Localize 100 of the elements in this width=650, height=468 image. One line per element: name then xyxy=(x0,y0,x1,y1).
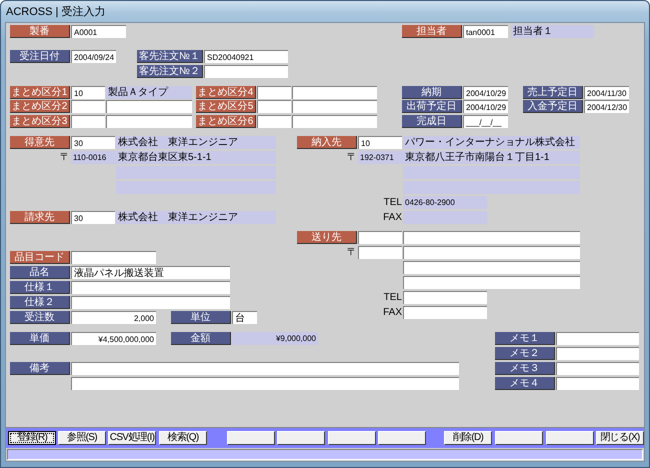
field-label: まとめ区分3 xyxy=(10,115,70,128)
field-label: まとめ区分2 xyxy=(10,100,70,113)
text-field[interactable] xyxy=(403,261,580,274)
blank-button[interactable] xyxy=(328,431,376,445)
toolbar-button[interactable]: CSV処理(I) xyxy=(108,431,156,445)
text-field[interactable] xyxy=(358,231,402,244)
text-field[interactable]: 2004/10/29 xyxy=(463,86,508,99)
text-field[interactable] xyxy=(257,115,291,128)
field-label: 納期 xyxy=(402,86,462,99)
field-label: 受注数 xyxy=(10,311,70,324)
text-field[interactable] xyxy=(71,296,230,309)
text-field[interactable] xyxy=(71,281,230,294)
field-label: 単位 xyxy=(171,311,231,324)
text-field[interactable] xyxy=(403,291,487,304)
text-field[interactable] xyxy=(204,65,288,78)
text-field[interactable] xyxy=(292,100,377,113)
field-caption: 〒 xyxy=(346,151,357,164)
field-label: メモ３ xyxy=(495,362,555,375)
field-label: 仕様１ xyxy=(10,281,70,294)
toolbar-button[interactable]: 検索(Q) xyxy=(159,431,207,445)
field-caption: 〒 xyxy=(346,246,357,259)
text-field[interactable] xyxy=(257,100,291,113)
display-field: 担当者１ xyxy=(511,25,594,38)
window-title: ACROSS | 受注入力 xyxy=(6,4,106,19)
field-caption: FAX xyxy=(382,306,402,319)
text-field[interactable]: 10 xyxy=(71,86,105,99)
text-field[interactable]: 2004/09/24 xyxy=(71,50,116,63)
text-field[interactable]: 液晶パネル搬送装置 xyxy=(71,266,230,279)
blank-button[interactable] xyxy=(546,431,594,445)
display-field: パワー・インターナショナル株式会社 xyxy=(403,136,580,149)
text-field[interactable] xyxy=(403,276,580,289)
display-field: 株式会社 東洋エンジニア xyxy=(116,211,276,224)
field-label: メモ２ xyxy=(495,347,555,360)
text-field[interactable]: 台 xyxy=(232,311,257,324)
field-label: 品名 xyxy=(10,266,70,279)
text-field[interactable] xyxy=(358,246,402,259)
blank-button[interactable] xyxy=(378,431,426,445)
display-field: 株式会社 東洋エンジニア xyxy=(116,136,276,149)
text-field[interactable] xyxy=(71,362,459,375)
text-field[interactable]: A0001 xyxy=(71,25,126,38)
text-field[interactable]: 2,000 xyxy=(71,311,156,324)
text-field[interactable]: tan0001 xyxy=(463,25,508,38)
display-field: 製品Ａタイプ xyxy=(106,86,192,99)
text-field[interactable] xyxy=(106,115,192,128)
field-caption: TEL xyxy=(382,291,402,304)
text-field[interactable] xyxy=(71,251,156,264)
field-label: 出荷予定日 xyxy=(402,100,462,113)
text-field[interactable] xyxy=(403,231,580,244)
field-label: 仕様２ xyxy=(10,296,70,309)
text-field[interactable]: 2004/11/30 xyxy=(584,86,629,99)
text-field[interactable] xyxy=(71,115,105,128)
blank-button[interactable] xyxy=(227,431,275,445)
text-field[interactable]: 10 xyxy=(358,136,402,149)
text-field[interactable]: 2004/10/29 xyxy=(463,100,508,113)
field-label: 品目コード xyxy=(10,251,70,264)
field-caption: FAX xyxy=(382,211,402,224)
field-label: 備考 xyxy=(10,362,70,375)
text-field[interactable] xyxy=(556,377,639,390)
toolbar-button[interactable]: 閉じる(X) xyxy=(596,431,644,445)
text-field[interactable] xyxy=(556,332,639,345)
field-label: 金額 xyxy=(171,332,231,345)
field-label: 請求先 xyxy=(10,211,70,224)
field-label: 担当者 xyxy=(402,25,462,38)
field-label: 客先注文№１ xyxy=(137,50,203,63)
display-field: 東京都台東区東5-1-1 xyxy=(116,151,276,164)
blank-button[interactable] xyxy=(495,431,543,445)
field-label: 受注日付 xyxy=(10,50,70,63)
text-field[interactable]: ___/__/__ xyxy=(463,115,508,128)
toolbar-button[interactable]: 削除(D) xyxy=(444,431,492,445)
field-label: まとめ区分5 xyxy=(196,100,256,113)
text-field[interactable]: 2004/12/30 xyxy=(584,100,629,113)
blank-button[interactable] xyxy=(277,431,325,445)
field-label: 客先注文№２ xyxy=(137,65,203,78)
field-caption: TEL xyxy=(382,196,402,209)
text-field[interactable]: 30 xyxy=(71,136,115,149)
text-field[interactable] xyxy=(403,306,487,319)
field-label: 製番 xyxy=(10,25,70,38)
text-field[interactable] xyxy=(556,362,639,375)
field-label: 単価 xyxy=(10,332,70,345)
display-field: 110-0016 xyxy=(71,151,116,164)
toolbar-button[interactable]: 参照(S) xyxy=(58,431,106,445)
text-field[interactable] xyxy=(292,86,377,99)
text-field[interactable] xyxy=(71,100,105,113)
text-field[interactable] xyxy=(292,115,377,128)
text-field[interactable]: SD20040921 xyxy=(204,50,288,63)
text-field[interactable] xyxy=(257,86,291,99)
field-label: 得意先 xyxy=(10,136,70,149)
text-field[interactable] xyxy=(556,347,639,360)
field-label: 納入先 xyxy=(297,136,357,149)
text-field[interactable]: ¥4,500,000,000 xyxy=(71,332,156,345)
text-field[interactable] xyxy=(71,377,459,390)
field-label: メモ１ xyxy=(495,332,555,345)
field-label: まとめ区分6 xyxy=(196,115,256,128)
field-label: 入金予定日 xyxy=(523,100,583,113)
text-field[interactable] xyxy=(106,100,192,113)
display-field: ¥9,000,000 xyxy=(232,332,318,345)
text-field[interactable]: 30 xyxy=(71,211,115,224)
text-field[interactable] xyxy=(403,246,580,259)
field-label: 送り先 xyxy=(297,231,357,244)
field-label: 完成日 xyxy=(402,115,462,128)
